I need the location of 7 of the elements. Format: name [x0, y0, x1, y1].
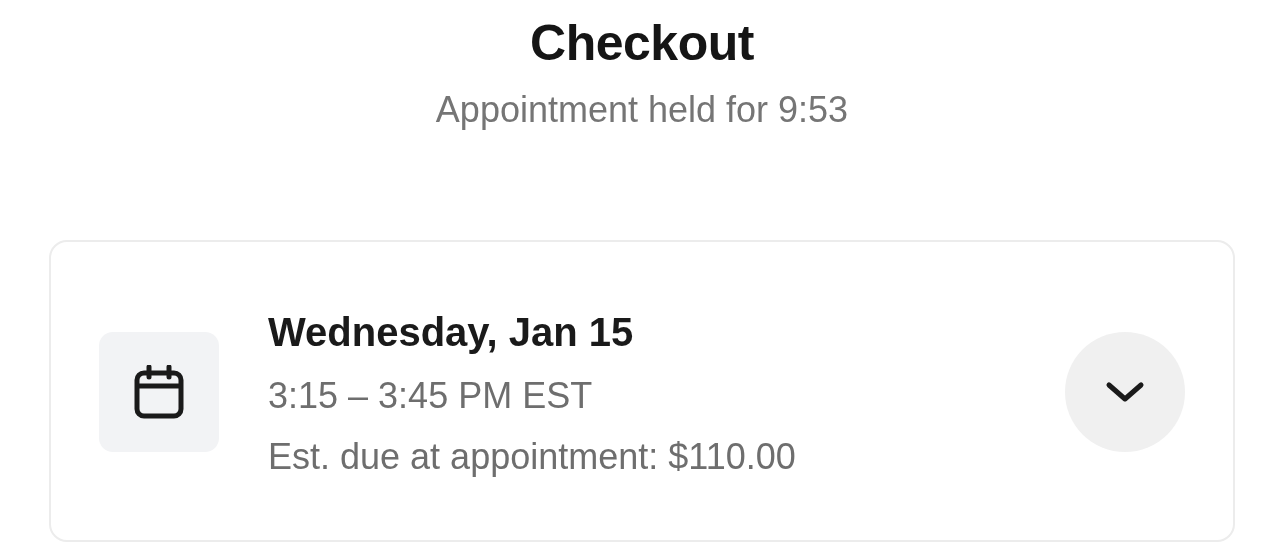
- estimated-due-text: Est. due at appointment: $110.00: [268, 434, 797, 478]
- page-title: Checkout: [529, 18, 755, 68]
- chevron-down-icon: [1105, 379, 1145, 404]
- appointment-date: Wednesday, Jan 15: [268, 308, 635, 356]
- calendar-icon: [99, 331, 219, 452]
- hold-timer-text: Appointment held for 9:53: [434, 90, 850, 130]
- appointment-time: 3:15 – 3:45 PM EST: [268, 373, 594, 417]
